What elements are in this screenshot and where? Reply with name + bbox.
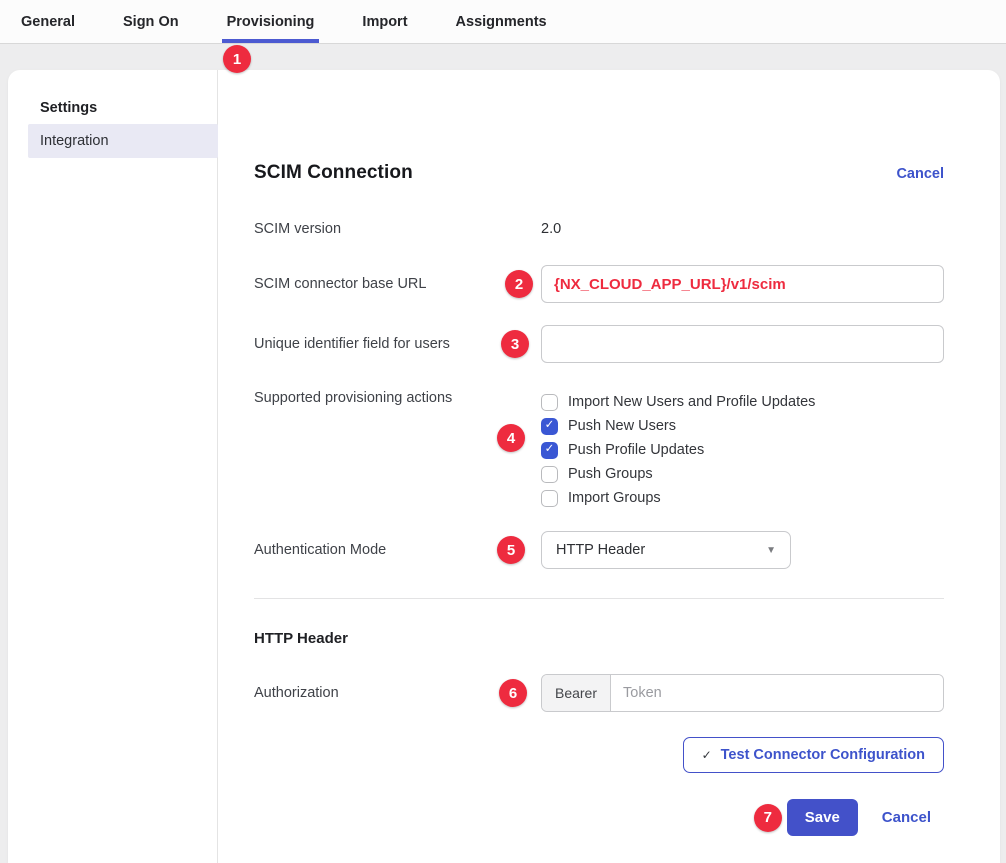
unique-id-label: Unique identifier field for users (254, 336, 541, 352)
annotation-step-7-badge: 7 (754, 804, 782, 832)
provisioning-actions-label: Supported provisioning actions (254, 390, 541, 406)
annotation-step-3-badge: 3 (501, 330, 529, 358)
tab-label: Sign On (123, 14, 179, 30)
test-connector-label: Test Connector Configuration (721, 747, 925, 763)
sidebar-item-label: Integration (40, 133, 109, 149)
cancel-link-bottom[interactable]: Cancel (882, 809, 931, 826)
scim-connection-panel: SCIM Connection Cancel SCIM version 2.0 … (218, 70, 1000, 863)
sidebar-item-integration[interactable]: Integration (28, 124, 218, 158)
annotation-step-5-badge: 5 (497, 536, 525, 564)
settings-sidebar: Settings Integration (8, 70, 218, 863)
tab-label: Assignments (456, 14, 547, 30)
chevron-down-icon: ▼ (766, 545, 776, 556)
content-card: Settings Integration SCIM Connection Can… (8, 70, 1000, 863)
checkbox-row-push-profile-updates[interactable]: Push Profile Updates (541, 438, 815, 462)
test-connector-row: ✓ Test Connector Configuration (254, 737, 944, 773)
checkbox-push-groups-icon[interactable] (541, 466, 558, 483)
checkbox-import-new-users-icon[interactable] (541, 394, 558, 411)
tab-label: General (21, 14, 75, 30)
authorization-input-group: Bearer (541, 674, 944, 712)
auth-mode-selected-value: HTTP Header (556, 542, 645, 558)
annotation-step-2-badge: 2 (505, 270, 533, 298)
checkbox-label: Push Profile Updates (568, 442, 704, 458)
http-header-section-title: HTTP Header (254, 630, 944, 648)
tab-import[interactable]: Import (357, 0, 412, 43)
unique-id-input[interactable] (541, 325, 944, 363)
checkbox-row-push-new-users[interactable]: Push New Users (541, 414, 815, 438)
tab-general[interactable]: General (16, 0, 80, 43)
provisioning-actions-row: Supported provisioning actions 4 Import … (254, 390, 944, 510)
tab-assignments[interactable]: Assignments (451, 0, 552, 43)
annotation-step-1-badge: 1 (223, 45, 251, 73)
sidebar-heading: Settings (40, 100, 217, 116)
tab-label: Import (362, 14, 407, 30)
tab-provisioning[interactable]: Provisioning (222, 0, 320, 43)
footer-actions-row: 7 Save Cancel (254, 799, 944, 836)
checkbox-row-import-new-users[interactable]: Import New Users and Profile Updates (541, 390, 815, 414)
scim-version-value: 2.0 (541, 221, 561, 237)
checkbox-label: Import Groups (568, 490, 661, 506)
annotation-step-6-badge: 6 (499, 679, 527, 707)
unique-id-row: Unique identifier field for users 3 (254, 325, 944, 363)
tab-label: Provisioning (227, 14, 315, 30)
authorization-label: Authorization (254, 685, 541, 701)
page-title: SCIM Connection (254, 162, 413, 184)
checkbox-label: Push New Users (568, 418, 676, 434)
base-url-input[interactable] (541, 265, 944, 303)
bearer-prefix: Bearer (542, 675, 611, 711)
tab-sign-on[interactable]: Sign On (118, 0, 184, 43)
token-input[interactable] (611, 675, 943, 711)
scim-version-label: SCIM version (254, 221, 541, 237)
checkbox-row-push-groups[interactable]: Push Groups (541, 462, 815, 486)
check-icon: ✓ (702, 748, 712, 762)
section-divider (254, 598, 944, 599)
auth-mode-select[interactable]: HTTP Header ▼ (541, 531, 791, 569)
scim-version-row: SCIM version 2.0 (254, 219, 944, 239)
checkbox-row-import-groups[interactable]: Import Groups (541, 486, 815, 510)
checkbox-import-groups-icon[interactable] (541, 490, 558, 507)
checkbox-push-new-users-icon[interactable] (541, 418, 558, 435)
checkbox-push-profile-updates-icon[interactable] (541, 442, 558, 459)
base-url-row: SCIM connector base URL 2 (254, 265, 944, 303)
authorization-row: Authorization 6 Bearer (254, 674, 944, 712)
base-url-label: SCIM connector base URL (254, 276, 541, 292)
test-connector-button[interactable]: ✓ Test Connector Configuration (683, 737, 944, 773)
provisioning-actions-list: Import New Users and Profile Updates Pus… (541, 390, 815, 510)
save-button[interactable]: Save (787, 799, 858, 836)
checkbox-label: Import New Users and Profile Updates (568, 394, 815, 410)
auth-mode-row: Authentication Mode 5 HTTP Header ▼ (254, 531, 944, 569)
app-tab-bar: General Sign On Provisioning Import Assi… (0, 0, 1006, 44)
cancel-link-top[interactable]: Cancel (896, 166, 944, 182)
checkbox-label: Push Groups (568, 466, 653, 482)
annotation-step-4-badge: 4 (497, 424, 525, 452)
